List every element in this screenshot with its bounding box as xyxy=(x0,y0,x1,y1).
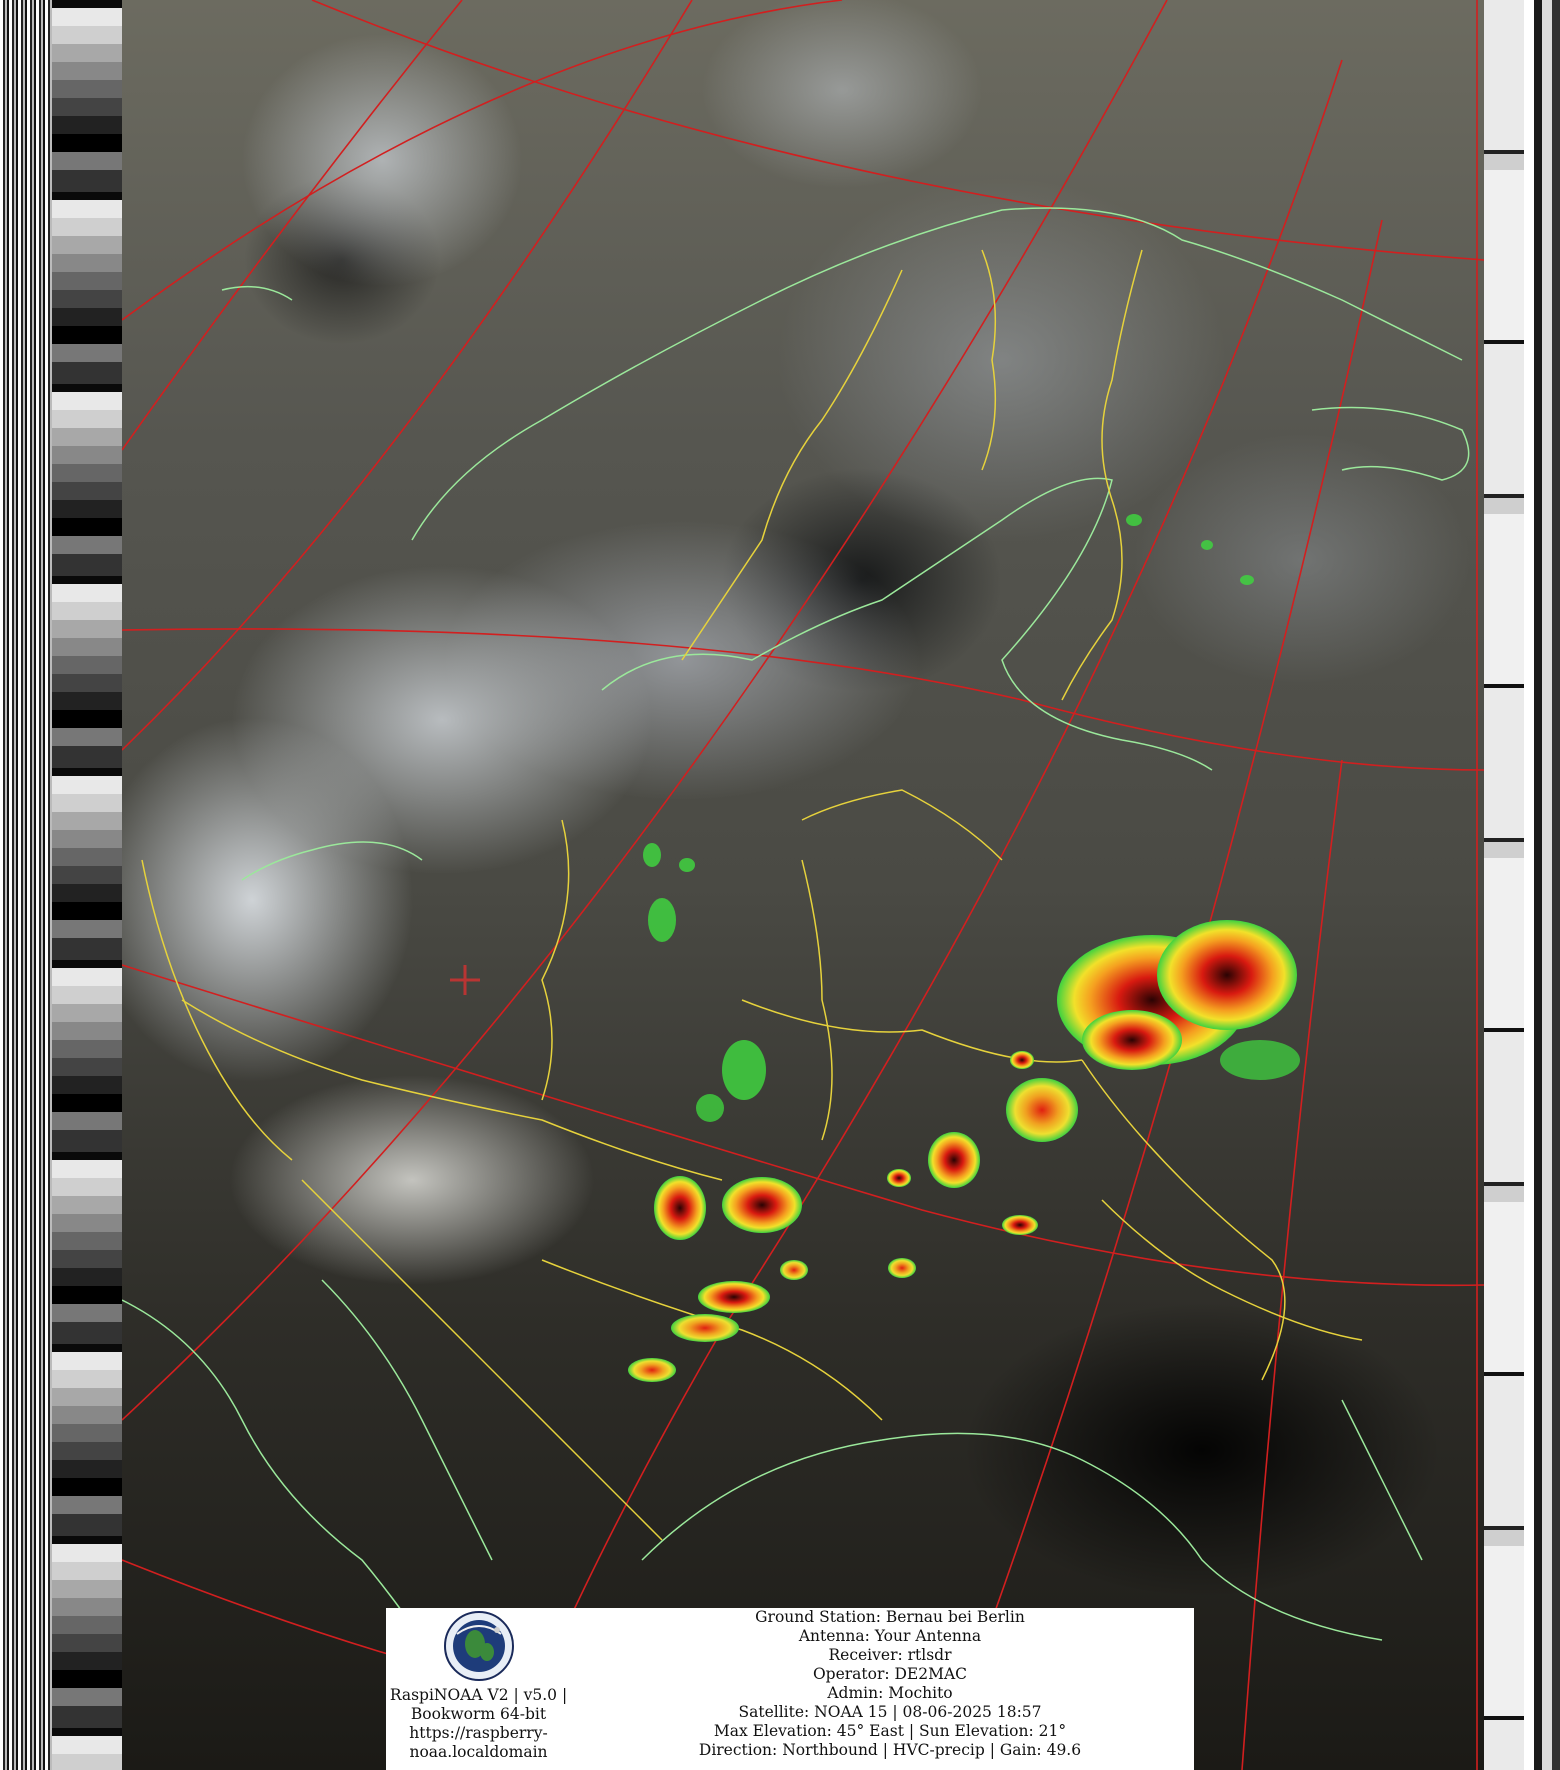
storm-cell xyxy=(887,1169,911,1187)
storm-cell xyxy=(1006,1078,1078,1142)
national-borders xyxy=(141,249,1363,1541)
precip-green-patch xyxy=(1126,514,1142,526)
precip-green-patch xyxy=(1220,1040,1300,1080)
latitude-line xyxy=(122,628,1484,771)
precip-green-patch xyxy=(648,898,676,942)
direction-line: Direction: Northbound | HVC-precip | Gai… xyxy=(698,1741,1082,1759)
border-france-germany xyxy=(141,859,293,1161)
border-balkans xyxy=(301,1179,663,1541)
longitude-line xyxy=(1241,759,1343,1770)
longitude-line xyxy=(991,219,1383,1621)
ground-station-line: Ground Station: Bernau bei Berlin xyxy=(755,1608,1025,1626)
coastline-norway xyxy=(411,207,1463,541)
storm-cell xyxy=(722,1177,802,1233)
operator-line: Operator: DE2MAC xyxy=(812,1665,968,1683)
storm-cell xyxy=(780,1260,808,1280)
storm-cell xyxy=(1082,1010,1182,1070)
border-baltics xyxy=(801,789,1003,861)
precip-green-patch xyxy=(722,1040,766,1100)
border-finland-russia xyxy=(1061,249,1143,701)
info-panel: RaspiNOAA V2 | v5.0 | Bookworm 64-bit ht… xyxy=(386,1608,1194,1770)
coastline-kola xyxy=(1311,406,1470,481)
graticule xyxy=(122,0,1484,1770)
sync-strip-left xyxy=(0,0,52,1770)
satellite-image xyxy=(122,0,1484,1770)
station-line: noaa.localdomain xyxy=(409,1743,548,1761)
station-line: RaspiNOAA V2 | v5.0 | xyxy=(389,1686,568,1704)
storm-cell xyxy=(698,1281,770,1313)
coastline-denmark xyxy=(241,841,423,881)
admin-line: Admin: Mochito xyxy=(827,1684,953,1702)
border-germany-poland xyxy=(541,819,570,1101)
longitude-line xyxy=(541,59,1343,1681)
precipitation-overlay xyxy=(628,514,1300,1382)
border-russia-kazakhstan xyxy=(1101,1199,1363,1341)
latitude-line xyxy=(122,0,843,321)
precip-green-patch xyxy=(1240,575,1254,585)
elevation-line: Max Elevation: 45° East | Sun Elevation:… xyxy=(713,1722,1067,1740)
precip-green-patch xyxy=(1201,540,1213,550)
antenna-line: Antenna: Your Antenna xyxy=(798,1627,982,1645)
border-central-europe xyxy=(181,999,723,1181)
sync-strip-right xyxy=(1524,0,1560,1770)
storm-cell xyxy=(654,1176,706,1240)
coastline-caspian xyxy=(1341,1399,1423,1561)
logo-block xyxy=(386,1610,571,1684)
border-belarus-ukraine xyxy=(741,999,1083,1063)
storm-cell xyxy=(888,1258,916,1278)
coastline-adriatic xyxy=(321,1279,493,1561)
storm-cell xyxy=(928,1132,980,1188)
telemetry-strip-right xyxy=(1484,0,1524,1770)
station-logo-icon xyxy=(443,1611,514,1681)
station-line: https://raspberry- xyxy=(409,1724,548,1742)
storm-cell xyxy=(1010,1051,1034,1069)
coastline-baltic xyxy=(601,477,1213,771)
border-ukraine-russia xyxy=(1081,1059,1286,1381)
storm-cell-large xyxy=(1157,920,1297,1030)
receiver-line: Receiver: rtlsdr xyxy=(828,1646,952,1664)
precip-green-patch xyxy=(643,843,661,867)
precip-green-patch xyxy=(696,1094,724,1122)
satellite-line: Satellite: NOAA 15 | 08-06-2025 18:57 xyxy=(738,1703,1042,1721)
storm-cell xyxy=(671,1314,739,1342)
precip-green-patch xyxy=(679,858,695,872)
map-overlay xyxy=(122,0,1484,1770)
border-sweden-finland xyxy=(981,249,997,471)
latitude-line xyxy=(311,0,1484,261)
longitude-line xyxy=(122,0,693,751)
pass-info: Ground Station: Bernau bei Berlin Antenn… xyxy=(586,1608,1194,1760)
noaa-capture: RaspiNOAA V2 | v5.0 | Bookworm 64-bit ht… xyxy=(0,0,1560,1770)
station-info: RaspiNOAA V2 | v5.0 | Bookworm 64-bit ht… xyxy=(386,1686,571,1762)
storm-cell xyxy=(628,1358,676,1382)
ground-station-marker xyxy=(450,965,480,995)
station-line: Bookworm 64-bit xyxy=(410,1705,547,1723)
border-norway-sweden xyxy=(681,269,903,661)
longitude-line xyxy=(122,0,463,451)
telemetry-strip-left xyxy=(52,0,122,1770)
storm-cell xyxy=(1002,1215,1038,1235)
latitude-line xyxy=(122,964,1484,1287)
border-poland-belarus xyxy=(801,859,833,1141)
